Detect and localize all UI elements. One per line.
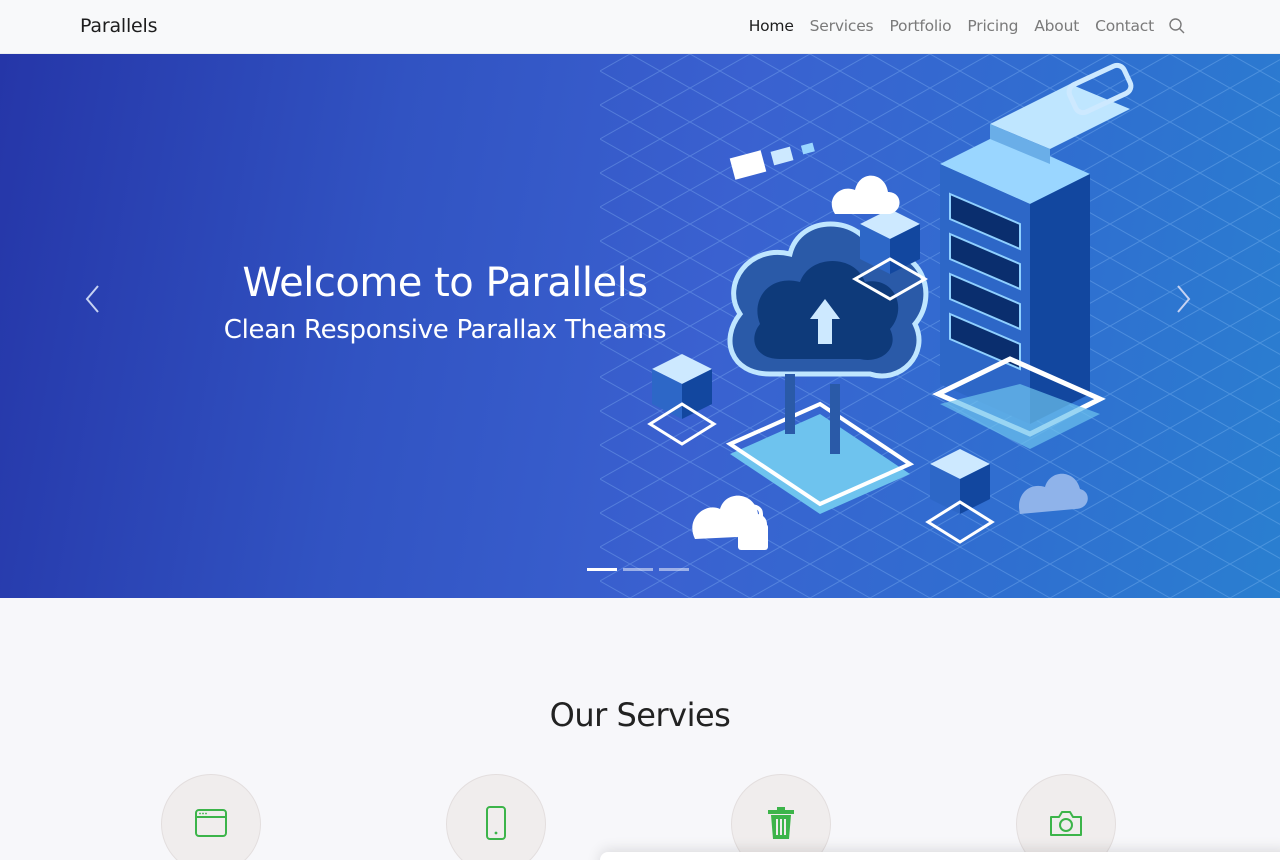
camera-icon	[1050, 811, 1082, 836]
nav-links: Home Services Portfolio Pricing About Co…	[733, 17, 1186, 35]
carousel-indicator-3[interactable]	[659, 568, 689, 571]
nav-home[interactable]: Home	[749, 17, 794, 35]
carousel-indicator-1[interactable]	[587, 568, 617, 571]
search-icon[interactable]	[1168, 17, 1186, 35]
service-icon-circle-1[interactable]	[161, 774, 261, 860]
mobile-phone-icon	[486, 806, 506, 840]
brand-logo[interactable]: Parallels	[80, 15, 158, 37]
hero-carousel: Welcome to Parallels Clean Responsive Pa…	[0, 54, 1280, 598]
chevron-left-icon	[85, 285, 99, 313]
service-icon-circle-3[interactable]	[731, 774, 831, 860]
carousel-indicators	[587, 568, 695, 571]
hero-title: Welcome to Parallels	[242, 260, 648, 306]
services-title: Our Servies	[549, 696, 731, 734]
floating-card-edge	[600, 852, 1280, 860]
trash-icon	[768, 807, 794, 839]
service-icon-circle-4[interactable]	[1016, 774, 1116, 860]
nav-portfolio[interactable]: Portfolio	[889, 17, 951, 35]
browser-window-icon	[195, 809, 227, 837]
service-icon-circle-2[interactable]	[446, 774, 546, 860]
carousel-next-button[interactable]	[1171, 282, 1195, 316]
chevron-right-icon	[1177, 285, 1191, 313]
nav-services[interactable]: Services	[810, 17, 874, 35]
hero-subtitle: Clean Responsive Parallax Theams	[223, 315, 667, 345]
carousel-prev-button[interactable]	[81, 282, 105, 316]
nav-pricing[interactable]: Pricing	[967, 17, 1018, 35]
carousel-indicator-2[interactable]	[623, 568, 653, 571]
nav-contact[interactable]: Contact	[1095, 17, 1154, 35]
cloud-server-illustration	[647, 62, 1134, 550]
nav-about[interactable]: About	[1034, 17, 1079, 35]
navbar: Parallels Home Services Portfolio Pricin…	[0, 0, 1280, 54]
